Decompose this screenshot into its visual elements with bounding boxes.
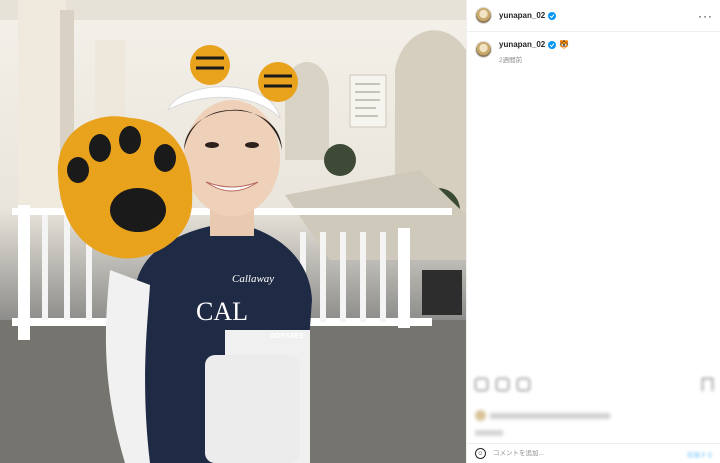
header-username[interactable]: yunapan_02 — [499, 11, 545, 20]
caption-block: yunapan_02 🐯 2週間前 — [467, 32, 720, 64]
caption-text: 🐯 — [559, 40, 570, 49]
post-time[interactable]: 2週間前 — [499, 54, 569, 64]
svg-text:ODYSSEY: ODYSSEY — [270, 333, 304, 340]
share-icon[interactable] — [517, 378, 530, 391]
post-side-panel: yunapan_02 ··· yunapan_02 🐯 2週間前 ☺ コメントを… — [466, 0, 720, 463]
likes-row[interactable] — [475, 410, 610, 421]
caption-username[interactable]: yunapan_02 — [499, 40, 545, 49]
comment-icon[interactable] — [496, 378, 509, 391]
more-options-icon[interactable]: ··· — [698, 10, 713, 22]
svg-text:Callaway: Callaway — [232, 273, 274, 285]
action-bar — [475, 378, 530, 391]
caption-verified-badge-icon — [548, 40, 557, 49]
svg-text:CAL: CAL — [196, 297, 248, 326]
comment-input[interactable] — [493, 450, 687, 457]
heart-icon[interactable] — [475, 378, 488, 391]
emoji-icon[interactable]: ☺ — [475, 448, 486, 459]
comment-bar: ☺ 投稿する — [467, 443, 720, 463]
avatar[interactable] — [475, 7, 492, 24]
liker-avatar — [475, 410, 486, 421]
post-button[interactable]: 投稿する — [687, 449, 713, 459]
post-header: yunapan_02 ··· — [467, 0, 720, 32]
caption-avatar[interactable] — [475, 41, 492, 58]
post-photo[interactable]: Callaway CAL ODYSSEY — [0, 0, 466, 463]
date-blurred — [475, 430, 503, 436]
verified-badge-icon — [548, 11, 557, 20]
photo-illustration: Callaway CAL ODYSSEY — [0, 0, 466, 463]
bookmark-icon[interactable] — [702, 378, 713, 391]
likes-text-blurred — [490, 412, 610, 419]
